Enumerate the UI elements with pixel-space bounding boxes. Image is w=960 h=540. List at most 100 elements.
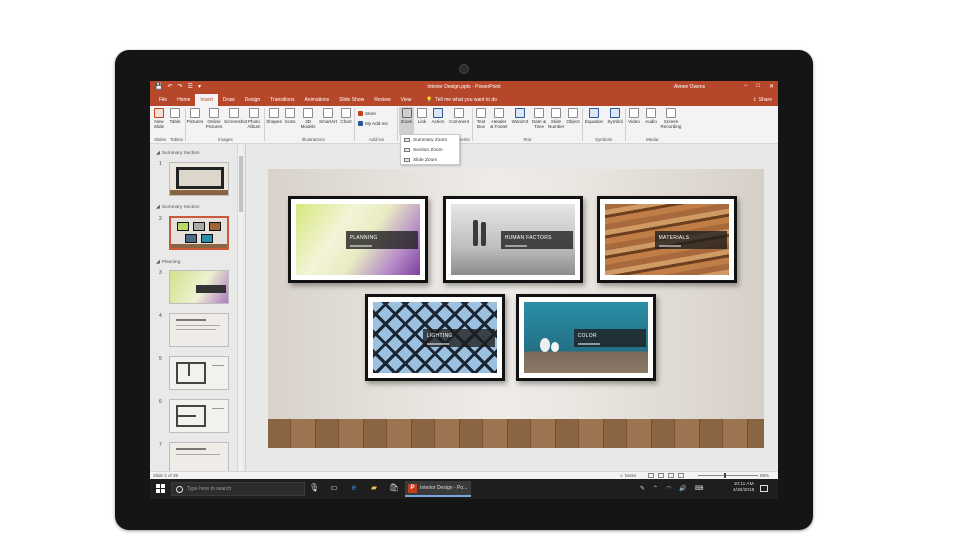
task-view-icon[interactable]: ▭ <box>329 483 339 493</box>
symbol-button[interactable]: Symbol <box>606 108 624 124</box>
tab-transitions[interactable]: Transitions <box>265 94 299 106</box>
screen: 💾 ↶ ↷ ☰ ▾ Interior Design.pptx - PowerPo… <box>150 81 778 499</box>
microphone-icon[interactable]: 🎙 <box>309 483 319 493</box>
tab-insert[interactable]: Insert <box>195 94 218 106</box>
normal-view-icon[interactable] <box>648 473 654 478</box>
pictures-button[interactable]: Pictures <box>186 108 204 124</box>
smartart-label: SmartArt <box>318 119 338 124</box>
wood-floor <box>268 419 764 448</box>
section-header[interactable]: ◢ Summary Section <box>156 151 200 156</box>
minimize-button[interactable]: − <box>744 83 748 90</box>
icons-button[interactable]: Icons <box>283 108 297 124</box>
person-figure <box>481 222 486 246</box>
pen-icon[interactable]: ✎ <box>640 485 645 492</box>
tab-animations[interactable]: Animations <box>299 94 334 106</box>
section-header[interactable]: ◢ Planning <box>156 260 180 265</box>
zoom-frame-human-factors[interactable]: HUMAN FACTORS <box>443 196 583 283</box>
table-button[interactable]: Table <box>167 108 183 124</box>
tab-slide-show[interactable]: Slide Show <box>334 94 369 106</box>
maximize-button[interactable]: □ <box>756 83 760 90</box>
zoom-frame-planning[interactable]: PLANNING <box>288 196 428 283</box>
slide-number-button[interactable]: Slide Number <box>548 108 564 129</box>
action-button[interactable]: Action <box>430 108 446 124</box>
object-button[interactable]: Object <box>565 108 581 124</box>
text-box-button[interactable]: Text Box <box>474 108 488 129</box>
zoom-dropdown-menu: Summary Zoom Section Zoom Slide Zoom <box>400 134 460 165</box>
edge-icon[interactable]: e <box>349 483 359 493</box>
date-time-button[interactable]: Date & Time <box>531 108 547 129</box>
comment-button[interactable]: Comment <box>448 108 470 124</box>
store-button[interactable]: Store <box>358 111 376 116</box>
online-pictures-button[interactable]: Online Pictures <box>205 108 223 129</box>
zoom-frame-materials[interactable]: MATERIALS <box>597 196 737 283</box>
windows-start-icon[interactable] <box>156 484 165 493</box>
zoom-frame-lighting[interactable]: LIGHTING <box>365 294 505 381</box>
system-tray: ✎ ⌃ ◠ 🔊 ⌨ <box>640 485 703 492</box>
slide-sorter-icon[interactable] <box>658 473 664 478</box>
share-label: Share <box>758 97 772 103</box>
zoom-percent[interactable]: 89% <box>760 473 769 478</box>
slide-thumbnail-3[interactable] <box>169 270 229 304</box>
section-header[interactable]: ◢ Summary Section <box>156 205 200 210</box>
slide-thumbnail-6[interactable] <box>169 399 229 433</box>
tab-home[interactable]: Home <box>172 94 195 106</box>
powerpoint-taskbar-button[interactable]: P Interior Design - Po... <box>405 481 471 497</box>
wordart-button[interactable]: WordArt <box>510 108 530 124</box>
equation-button[interactable]: Equation <box>583 108 605 124</box>
keyboard-icon[interactable]: ⌨ <box>695 485 704 492</box>
link-button[interactable]: Link <box>415 108 429 124</box>
tell-me-box[interactable]: 💡 Tell me what you want to do <box>426 97 497 103</box>
slide-number-icon <box>551 108 561 118</box>
audio-button[interactable]: Audio <box>643 108 659 124</box>
3d-models-button[interactable]: 3D Models <box>300 108 316 129</box>
clock[interactable]: 10:11 AM 4/30/2018 <box>733 482 754 494</box>
tab-draw[interactable]: Draw <box>218 94 240 106</box>
chevron-up-icon[interactable]: ⌃ <box>653 485 658 492</box>
screenshot-button[interactable]: Screenshot <box>224 108 247 124</box>
thumbnail-text-line <box>176 454 220 455</box>
tab-view[interactable]: View <box>396 94 417 106</box>
close-button[interactable]: ✕ <box>769 83 774 90</box>
header-footer-button[interactable]: Header & Footer <box>489 108 509 129</box>
lightbulb-icon: 💡 <box>426 97 433 103</box>
current-slide[interactable]: PLANNING HUMAN FACTORS MATERIALS LIGHTIN… <box>268 169 764 448</box>
notes-button[interactable]: ≡ Notes <box>620 473 636 478</box>
slide-thumbnail-7[interactable] <box>169 442 229 471</box>
action-center-icon[interactable] <box>760 485 768 492</box>
slide-thumbnail-1[interactable] <box>169 162 229 196</box>
share-button[interactable]: ⇪ Share <box>752 97 772 103</box>
my-addins-button[interactable]: My Add-ins <box>358 121 388 126</box>
slide-thumbnail-5[interactable] <box>169 356 229 390</box>
slide-thumbnail-4[interactable] <box>169 313 229 347</box>
zoom-frame-color[interactable]: COLOR <box>516 294 656 381</box>
chart-button[interactable]: Chart <box>339 108 353 124</box>
taskbar-search-box[interactable]: Type here to search <box>171 482 305 496</box>
shapes-button[interactable]: Shapes <box>266 108 282 124</box>
summary-zoom-option[interactable]: Summary Zoom <box>401 135 459 145</box>
reading-view-icon[interactable] <box>668 473 674 478</box>
screen-recording-button[interactable]: Screen Recording <box>660 108 682 129</box>
section-zoom-option[interactable]: Section Zoom <box>401 145 459 155</box>
slideshow-view-icon[interactable] <box>678 473 684 478</box>
smartart-button[interactable]: SmartArt <box>318 108 338 124</box>
volume-icon[interactable]: 🔊 <box>679 485 686 492</box>
slide-zoom-option[interactable]: Slide Zoom <box>401 155 459 165</box>
video-button[interactable]: Video <box>626 108 642 124</box>
zoom-slider[interactable] <box>698 475 758 476</box>
store-icon[interactable]: 🛍 <box>389 483 399 493</box>
new-slide-button[interactable]: New Slide <box>152 108 166 129</box>
slide-thumbnail-2[interactable] <box>169 216 229 250</box>
scrollbar-thumb[interactable] <box>239 156 243 212</box>
smartart-icon <box>323 108 333 118</box>
tab-design[interactable]: Design <box>240 94 266 106</box>
photo-album-button[interactable]: Photo Album <box>246 108 262 129</box>
addins-icon <box>358 121 363 126</box>
wifi-icon[interactable]: ◠ <box>666 485 671 492</box>
file-explorer-icon[interactable]: ▰ <box>369 483 379 493</box>
tab-file[interactable]: File <box>154 94 172 106</box>
tab-review[interactable]: Review <box>369 94 395 106</box>
zoom-button[interactable]: Zoom <box>399 107 414 135</box>
thumbnails-scrollbar[interactable] <box>237 144 243 471</box>
zoom-slider-knob[interactable] <box>724 473 726 478</box>
user-name[interactable]: Aimee Owens <box>674 84 705 90</box>
